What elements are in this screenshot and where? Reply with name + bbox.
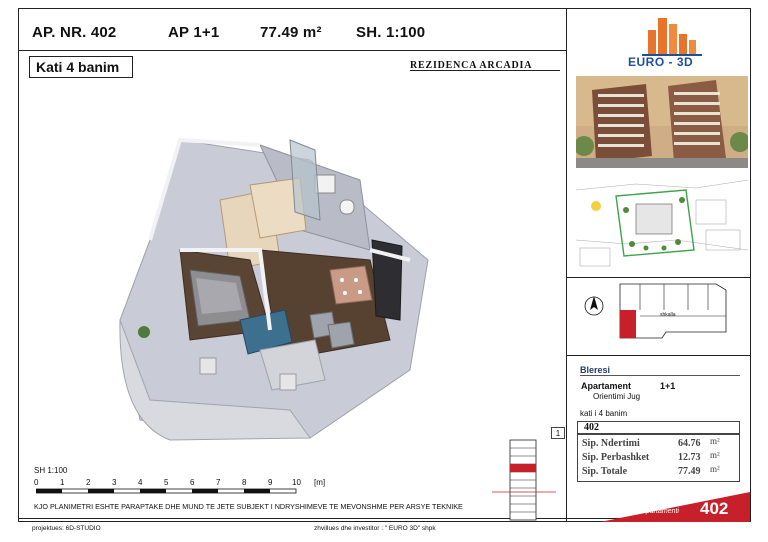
badge-number: 402 <box>700 499 729 518</box>
balcony-chair-icon <box>199 357 217 375</box>
scale-title: SH 1:100 <box>34 466 68 475</box>
scale-tick-9: 9 <box>268 478 273 487</box>
scale-tick-8: 8 <box>242 478 247 487</box>
apartment-area: 77.49 m² <box>260 24 322 41</box>
apartment-type: AP 1+1 <box>168 24 220 41</box>
apartment-label: Apartament <box>581 381 632 391</box>
apartment-type-value: 1+1 <box>660 381 676 391</box>
area-unit: m² <box>710 436 720 446</box>
scale-tick-4: 4 <box>138 478 143 487</box>
scale-tick-3: 3 <box>112 478 117 487</box>
scale-tick-5: 5 <box>164 478 169 487</box>
buyer-label: Bleresi <box>580 365 611 375</box>
scale-tick-10: 10 <box>292 478 301 487</box>
logo-text: EURO - 3D <box>628 55 694 69</box>
area-unit: m² <box>710 450 720 460</box>
apartment-number: AP. NR. 402 <box>32 24 117 41</box>
residence-underline <box>410 70 560 71</box>
badge-label: apartamenti <box>642 508 679 515</box>
area-label-common: Sip. Perbashket <box>582 452 650 463</box>
area-value-common: 12.73 <box>678 452 701 463</box>
scale-unit: [m] <box>314 478 326 487</box>
panel-divider <box>566 8 567 522</box>
drawing-scale: SH. 1:100 <box>356 24 426 41</box>
floor-label: Kati 4 banim <box>29 56 133 78</box>
right-divider-1 <box>566 277 751 278</box>
scale-tick-7: 7 <box>216 478 221 487</box>
apartment-number-box: 402 <box>577 421 740 434</box>
scale-bar <box>36 488 297 494</box>
dining-table-icon <box>329 265 373 305</box>
orientation: Orientimi Jug <box>593 392 641 401</box>
area-unit: m² <box>710 464 720 474</box>
scale-tick-1: 1 <box>60 478 65 487</box>
disclaimer: KJO PLANIMETRI ESHTE PARAPTAKE DHE MUND … <box>34 502 463 511</box>
area-label-total: Sip. Totale <box>582 466 628 477</box>
floor-plan-render <box>119 137 429 441</box>
sun-icon <box>591 201 601 211</box>
right-divider-2 <box>566 355 751 356</box>
armchair-icon <box>327 321 355 349</box>
floor-info: kati i 4 banim <box>580 409 628 418</box>
building-render-image <box>576 76 748 168</box>
developer-credit: zhvillues dhe investitor : " EURO 3D" sh… <box>314 525 436 532</box>
buyer-line <box>580 375 740 376</box>
plant-icon <box>138 326 150 338</box>
area-value-construction: 64.76 <box>678 438 701 449</box>
scale-tick-2: 2 <box>86 478 91 487</box>
site-plan-image <box>576 170 748 270</box>
scale-tick-6: 6 <box>190 478 195 487</box>
keyplan-stair-label: shkalla <box>660 312 676 318</box>
sink-icon <box>339 199 355 215</box>
scale-tick-0: 0 <box>34 478 39 487</box>
building-section-icon <box>492 439 556 521</box>
header-divider <box>18 50 566 51</box>
area-label-construction: Sip. Ndertimi <box>582 438 640 449</box>
area-value-total: 77.49 <box>678 466 701 477</box>
balcony-chair-icon <box>279 373 297 391</box>
designer-credit: projektues: 6D-STUDIO <box>32 525 101 532</box>
